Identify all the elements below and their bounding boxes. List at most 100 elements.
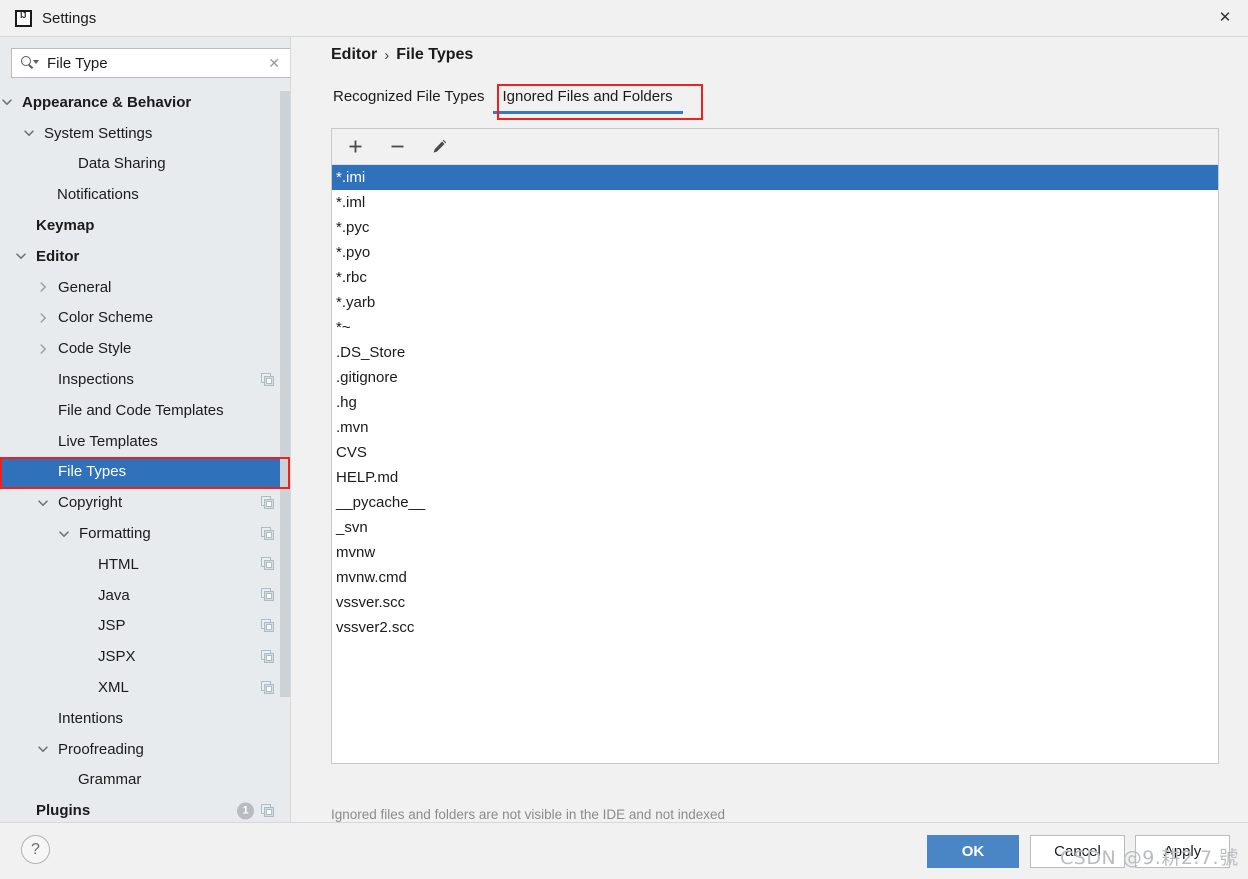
tab-recognized-file-types[interactable]: Recognized File Types xyxy=(331,85,492,114)
list-item[interactable]: *.yarb xyxy=(332,290,1218,315)
sidebar-item-live-templates[interactable]: Live Templates xyxy=(0,426,290,457)
sidebar-item-label: Grammar xyxy=(78,771,141,788)
list-item[interactable]: .mvn xyxy=(332,415,1218,440)
sidebar-item-label: Notifications xyxy=(57,186,139,203)
search-box[interactable]: ✕ xyxy=(11,48,290,78)
sidebar-item-intentions[interactable]: Intentions xyxy=(0,703,290,734)
list-item[interactable]: HELP.md xyxy=(332,465,1218,490)
ignored-list-panel: *.imi*.iml*.pyc*.pyo*.rbc*.yarb*~.DS_Sto… xyxy=(331,128,1219,764)
intellij-idea-logo-icon xyxy=(14,9,32,27)
sidebar-item-label: Data Sharing xyxy=(78,155,166,172)
ignored-files-list[interactable]: *.imi*.iml*.pyc*.pyo*.rbc*.yarb*~.DS_Sto… xyxy=(332,165,1218,763)
sidebar-item-keymap[interactable]: Keymap xyxy=(0,210,290,241)
sidebar-item-general[interactable]: General xyxy=(0,272,290,303)
sidebar-item-label: Keymap xyxy=(36,217,94,234)
list-item[interactable]: *.rbc xyxy=(332,265,1218,290)
sidebar-item-file-and-code-templates[interactable]: File and Code Templates xyxy=(0,395,290,426)
copy-settings-icon[interactable] xyxy=(261,373,275,387)
sidebar-scrollbar[interactable] xyxy=(280,91,290,697)
breadcrumb-root[interactable]: Editor xyxy=(331,46,377,64)
apply-button[interactable]: Apply xyxy=(1135,835,1230,868)
chevron-down-icon[interactable] xyxy=(22,126,36,140)
list-item[interactable]: *.iml xyxy=(332,190,1218,215)
copy-settings-icon[interactable] xyxy=(261,681,275,695)
settings-tree[interactable]: Appearance & Behavior System Settings Data… xyxy=(0,87,290,822)
sidebar-item-proofreading[interactable]: Proofreading xyxy=(0,734,290,765)
breadcrumb-leaf: File Types xyxy=(396,46,473,64)
sidebar-item-xml[interactable]: XML xyxy=(0,672,290,703)
sidebar-item-jspx[interactable]: JSPX xyxy=(0,641,290,672)
list-item[interactable]: vssver2.scc xyxy=(332,615,1218,640)
list-item[interactable]: _svn xyxy=(332,515,1218,540)
list-item[interactable]: vssver.scc xyxy=(332,590,1218,615)
sidebar-item-code-style[interactable]: Code Style xyxy=(0,333,290,364)
copy-settings-icon[interactable] xyxy=(261,557,275,571)
sidebar-item-label: Appearance & Behavior xyxy=(22,94,191,111)
sidebar-item-notifications[interactable]: Notifications xyxy=(0,179,290,210)
sidebar-item-badge: 1 xyxy=(237,802,254,819)
list-item[interactable]: *.pyc xyxy=(332,215,1218,240)
sidebar-item-label: Formatting xyxy=(79,525,151,542)
breadcrumb: Editor › File Types xyxy=(331,46,473,64)
minus-icon[interactable] xyxy=(384,134,410,160)
sidebar-item-color-scheme[interactable]: Color Scheme xyxy=(0,303,290,334)
sidebar-item-label: Java xyxy=(98,587,130,604)
ok-button[interactable]: OK xyxy=(927,835,1019,868)
sidebar-item-jsp[interactable]: JSP xyxy=(0,611,290,642)
sidebar-item-label: General xyxy=(58,279,111,296)
sidebar-item-label: Intentions xyxy=(58,710,123,727)
sidebar-item-editor[interactable]: Editor xyxy=(0,241,290,272)
sidebar-item-appearance-behavior[interactable]: Appearance & Behavior xyxy=(0,87,290,118)
copy-settings-icon[interactable] xyxy=(261,804,275,818)
sidebar-item-formatting[interactable]: Formatting xyxy=(0,518,290,549)
list-item[interactable]: __pycache__ xyxy=(332,490,1218,515)
chevron-down-icon[interactable] xyxy=(0,95,14,109)
sidebar-item-system-settings[interactable]: System Settings xyxy=(0,118,290,149)
sidebar-item-plugins[interactable]: Plugins 1 xyxy=(0,795,290,822)
list-toolbar xyxy=(332,129,1218,165)
pencil-icon[interactable] xyxy=(426,134,452,160)
chevron-right-icon[interactable] xyxy=(36,280,50,294)
list-item[interactable]: *.imi xyxy=(332,165,1218,190)
sidebar-item-inspections[interactable]: Inspections xyxy=(0,364,290,395)
search-input[interactable] xyxy=(47,55,268,72)
plus-icon[interactable] xyxy=(342,134,368,160)
sidebar-item-copyright[interactable]: Copyright xyxy=(0,487,290,518)
list-item[interactable]: .DS_Store xyxy=(332,340,1218,365)
close-icon[interactable]: ✕ xyxy=(1202,0,1248,33)
sidebar-item-grammar[interactable]: Grammar xyxy=(0,765,290,796)
list-item[interactable]: CVS xyxy=(332,440,1218,465)
list-item[interactable]: .gitignore xyxy=(332,365,1218,390)
help-icon[interactable]: ? xyxy=(21,835,50,864)
list-item[interactable]: mvnw.cmd xyxy=(332,565,1218,590)
sidebar-item-file-types[interactable]: File Types xyxy=(0,457,290,488)
cancel-button[interactable]: Cancel xyxy=(1030,835,1125,868)
chevron-right-icon[interactable] xyxy=(36,311,50,325)
sidebar-item-data-sharing[interactable]: Data Sharing xyxy=(0,149,290,180)
copy-settings-icon[interactable] xyxy=(261,496,275,510)
chevron-down-icon[interactable] xyxy=(36,496,50,510)
copy-settings-icon[interactable] xyxy=(261,650,275,664)
search-icon[interactable] xyxy=(21,55,41,71)
sidebar-item-html[interactable]: HTML xyxy=(0,549,290,580)
sidebar-item-label: File and Code Templates xyxy=(58,402,224,419)
list-item[interactable]: .hg xyxy=(332,390,1218,415)
sidebar-item-label: HTML xyxy=(98,556,139,573)
chevron-down-icon[interactable] xyxy=(57,527,71,541)
clear-icon[interactable]: ✕ xyxy=(268,55,280,72)
sidebar-item-label: JSPX xyxy=(98,648,136,665)
copy-settings-icon[interactable] xyxy=(261,527,275,541)
copy-settings-icon[interactable] xyxy=(261,588,275,602)
chevron-right-icon[interactable] xyxy=(36,342,50,356)
tab-ignored-files-and-folders[interactable]: Ignored Files and Folders xyxy=(492,85,682,114)
chevron-down-icon[interactable] xyxy=(14,249,28,263)
list-item[interactable]: *~ xyxy=(332,315,1218,340)
sidebar-item-label: File Types xyxy=(58,463,126,480)
sidebar-item-java[interactable]: Java xyxy=(0,580,290,611)
chevron-down-icon[interactable] xyxy=(36,742,50,756)
sidebar-item-label: Plugins xyxy=(36,802,90,819)
breadcrumb-separator-icon: › xyxy=(384,47,389,64)
copy-settings-icon[interactable] xyxy=(261,619,275,633)
list-item[interactable]: *.pyo xyxy=(332,240,1218,265)
list-item[interactable]: mvnw xyxy=(332,540,1218,565)
